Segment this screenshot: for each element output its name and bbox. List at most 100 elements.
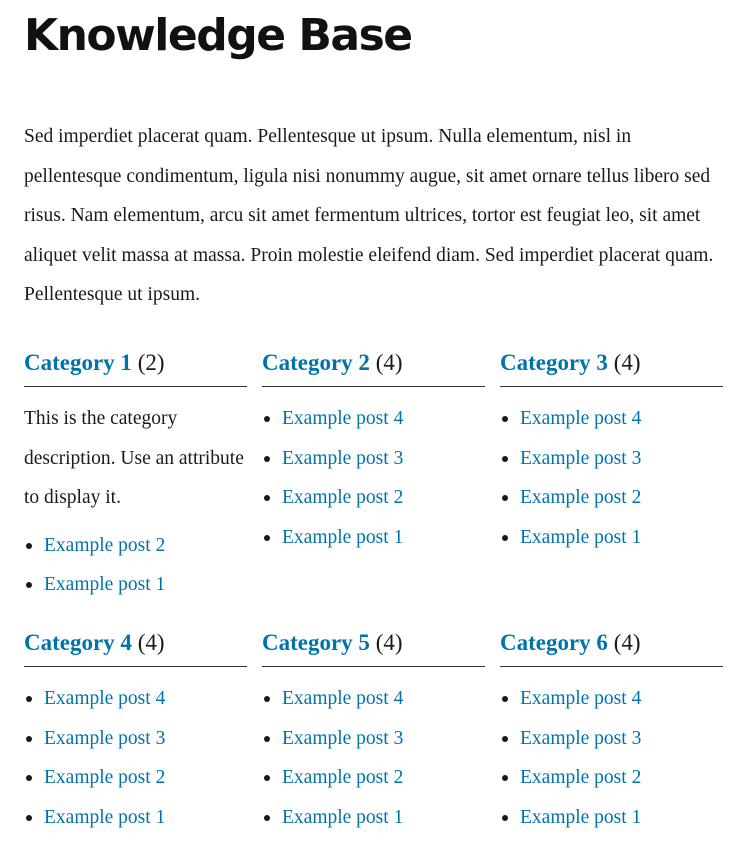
bullet-icon [502, 534, 508, 541]
category-description: This is the category description. Use an… [24, 408, 244, 509]
list-item: Example post 4 [262, 679, 485, 719]
post-link[interactable]: Example post 1 [282, 527, 403, 548]
list-item: Example post 3 [500, 719, 723, 759]
bullet-icon [502, 775, 508, 782]
post-link[interactable]: Example post 3 [520, 728, 641, 749]
list-item: Example post 4 [24, 679, 247, 719]
bullet-icon [26, 775, 32, 782]
category-2: Category 2 (4) Example post 4 Example po… [262, 346, 485, 605]
category-4: Category 4 (4) Example post 4 Example po… [24, 626, 247, 837]
bullet-icon [264, 534, 270, 541]
list-item: Example post 2 [24, 526, 247, 566]
list-item: Example post 4 [500, 679, 723, 719]
category-post-count: (4) [613, 350, 641, 375]
category-title-link[interactable]: Category 1 [24, 350, 132, 375]
list-item: Example post 3 [262, 719, 485, 759]
post-link[interactable]: Example post 1 [520, 807, 641, 828]
category-post-count: (4) [137, 630, 165, 655]
post-link[interactable]: Example post 4 [520, 408, 641, 429]
list-item: Example post 1 [262, 798, 485, 838]
post-link[interactable]: Example post 2 [44, 767, 165, 788]
bullet-icon [264, 814, 270, 821]
post-link[interactable]: Example post 2 [520, 767, 641, 788]
post-link[interactable]: Example post 2 [282, 767, 403, 788]
list-item: Example post 3 [24, 719, 247, 759]
category-title-link[interactable]: Category 2 [262, 350, 370, 375]
post-link[interactable]: Example post 3 [282, 728, 403, 749]
bullet-icon [26, 735, 32, 742]
category-3: Category 3 (4) Example post 4 Example po… [500, 346, 723, 605]
post-list: Example post 4 Example post 3 Example po… [500, 679, 723, 837]
list-item: Example post 2 [262, 478, 485, 518]
category-grid-row-2: Category 4 (4) Example post 4 Example po… [24, 626, 724, 837]
category-1: Category 1 (2) This is the category desc… [24, 346, 247, 605]
list-item: Example post 1 [24, 798, 247, 838]
category-heading: Category 4 (4) [24, 626, 247, 667]
post-link[interactable]: Example post 1 [44, 574, 165, 595]
category-title-link[interactable]: Category 5 [262, 630, 370, 655]
list-item: Example post 2 [500, 758, 723, 798]
bullet-icon [502, 696, 508, 702]
category-post-count: (4) [375, 630, 403, 655]
bullet-icon [502, 416, 508, 422]
bullet-icon [502, 735, 508, 742]
list-item: Example post 1 [500, 798, 723, 838]
bullet-icon [264, 696, 270, 702]
post-link[interactable]: Example post 4 [282, 408, 403, 429]
list-item: Example post 2 [24, 758, 247, 798]
bullet-icon [26, 582, 32, 589]
category-post-count: (2) [137, 350, 165, 375]
bullet-icon [264, 775, 270, 782]
list-item: Example post 3 [262, 439, 485, 479]
bullet-icon [26, 696, 32, 702]
post-link[interactable]: Example post 2 [520, 487, 641, 508]
bullet-icon [502, 455, 508, 462]
post-link[interactable]: Example post 1 [44, 807, 165, 828]
bullet-icon [502, 495, 508, 502]
category-5: Category 5 (4) Example post 4 Example po… [262, 626, 485, 837]
intro-paragraph: Sed imperdiet placerat quam. Pellentesqu… [24, 126, 714, 306]
list-item: Example post 4 [262, 399, 485, 439]
page-title: Knowledge Base [24, 10, 413, 61]
post-link[interactable]: Example post 3 [44, 728, 165, 749]
category-heading: Category 6 (4) [500, 626, 723, 667]
post-list: Example post 4 Example post 3 Example po… [24, 679, 247, 837]
bullet-icon [26, 814, 32, 821]
bullet-icon [264, 416, 270, 422]
post-link[interactable]: Example post 4 [44, 688, 165, 709]
list-item: Example post 1 [24, 565, 247, 605]
list-item: Example post 2 [500, 478, 723, 518]
bullet-icon [264, 455, 270, 462]
category-title-link[interactable]: Category 4 [24, 630, 132, 655]
bullet-icon [26, 542, 32, 549]
category-heading: Category 1 (2) [24, 346, 247, 387]
post-link[interactable]: Example post 3 [282, 448, 403, 469]
list-item: Example post 2 [262, 758, 485, 798]
list-item: Example post 1 [262, 518, 485, 558]
post-link[interactable]: Example post 3 [520, 448, 641, 469]
category-title-link[interactable]: Category 6 [500, 630, 608, 655]
list-item: Example post 3 [500, 439, 723, 479]
category-grid-row-1: Category 1 (2) This is the category desc… [24, 346, 724, 605]
category-6: Category 6 (4) Example post 4 Example po… [500, 626, 723, 837]
post-link[interactable]: Example post 1 [282, 807, 403, 828]
post-link[interactable]: Example post 4 [520, 688, 641, 709]
post-link[interactable]: Example post 4 [282, 688, 403, 709]
category-heading: Category 2 (4) [262, 346, 485, 387]
list-item: Example post 1 [500, 518, 723, 558]
category-heading: Category 3 (4) [500, 346, 723, 387]
post-link[interactable]: Example post 2 [282, 487, 403, 508]
bullet-icon [264, 495, 270, 502]
post-list: Example post 4 Example post 3 Example po… [500, 399, 723, 557]
list-item: Example post 4 [500, 399, 723, 439]
category-title-link[interactable]: Category 3 [500, 350, 608, 375]
category-post-count: (4) [375, 350, 403, 375]
bullet-icon [502, 814, 508, 821]
post-link[interactable]: Example post 1 [520, 527, 641, 548]
post-list: Example post 4 Example post 3 Example po… [262, 679, 485, 837]
post-list: Example post 4 Example post 3 Example po… [262, 399, 485, 557]
post-link[interactable]: Example post 2 [44, 535, 165, 556]
category-heading: Category 5 (4) [262, 626, 485, 667]
post-list: Example post 2 Example post 1 [24, 526, 247, 605]
category-post-count: (4) [613, 630, 641, 655]
